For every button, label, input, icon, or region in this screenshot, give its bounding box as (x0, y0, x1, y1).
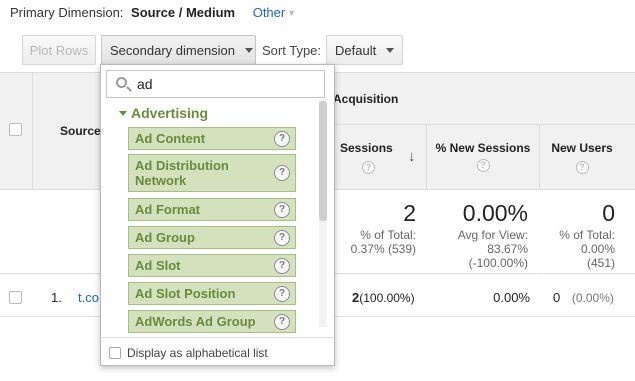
sort-type-value: Default (335, 42, 377, 58)
primary-dimension-current[interactable]: Source / Medium (131, 5, 235, 20)
sort-type-label: Sort Type: (262, 43, 322, 58)
option-ad-distribution-network[interactable]: Ad Distribution Network ? (128, 154, 296, 192)
header-divider (333, 124, 635, 125)
caption-line: (451) (586, 256, 615, 270)
caption-line: % of Total: (360, 228, 416, 242)
help-icon[interactable]: ? (362, 161, 375, 175)
chevron-down-icon (386, 47, 395, 53)
help-icon[interactable]: ? (476, 159, 490, 173)
new-sessions-column-header[interactable]: % New Sessions ? (434, 140, 532, 174)
caption-line: 83.67% (487, 242, 528, 256)
row-source-link[interactable]: t.co (78, 290, 99, 305)
help-icon[interactable]: ? (274, 130, 290, 147)
option-ad-content[interactable]: Ad Content ? (128, 127, 296, 150)
new-sessions-total: 0.00% (462, 200, 528, 226)
help-icon[interactable]: ? (274, 285, 290, 302)
dropdown-scrollbar-thumb[interactable] (319, 101, 327, 221)
caption-line: 0.37% (539) (350, 242, 416, 256)
row-new-sessions: 0.00% (493, 290, 530, 305)
row-index: 1. (51, 290, 62, 305)
new-sessions-header-label: % New Sessions (435, 141, 531, 155)
help-icon[interactable]: ? (274, 165, 290, 181)
help-icon[interactable]: ? (274, 257, 290, 274)
option-label: Ad Slot Position (135, 286, 236, 301)
dimension-search-box[interactable] (106, 70, 325, 98)
help-icon[interactable]: ? (575, 161, 589, 175)
option-label: Ad Format (135, 202, 200, 217)
row-new-users-percent: (0.00%) (571, 291, 614, 305)
group-advertising-toggle[interactable]: Advertising (119, 105, 208, 121)
sessions-column-header[interactable]: Sessions ? (340, 140, 410, 175)
option-ad-slot-position[interactable]: Ad Slot Position ? (128, 282, 296, 305)
select-all-checkbox[interactable] (9, 123, 22, 136)
new-sessions-total-caption: Avg for View: 83.67% (-100.00%) (430, 228, 528, 270)
caption-line: (-100.00%) (468, 256, 528, 270)
option-ad-group[interactable]: Ad Group ? (128, 226, 296, 249)
option-label: Ad Content (135, 131, 206, 146)
sort-descending-icon: ↓ (408, 148, 416, 165)
sessions-header-label: Sessions (340, 141, 393, 155)
chevron-down-icon (245, 47, 254, 53)
group-advertising-label: Advertising (131, 105, 209, 121)
sort-type-select[interactable]: Default (326, 35, 403, 65)
primary-dimension-other-link[interactable]: Other (253, 5, 286, 20)
row-new-users-value: 0 (553, 290, 561, 305)
secondary-dimension-dropdown: Advertising Ad Content ? Ad Distribution… (100, 64, 335, 366)
alphabetical-list-label[interactable]: Display as alphabetical list (127, 346, 268, 360)
search-icon (116, 77, 127, 88)
source-column-header[interactable]: Source (60, 123, 101, 140)
sessions-total-caption: % of Total: 0.37% (539) (334, 228, 416, 256)
option-adwords-ad-group[interactable]: AdWords Ad Group ? (128, 310, 296, 333)
primary-dimension-bar: Primary Dimension: Source / Medium Other… (10, 5, 296, 20)
secondary-dimension-button[interactable]: Secondary dimension (101, 35, 256, 65)
caption-line: 0.00% (580, 242, 615, 256)
row-new-users: 0 (0.00%) (553, 290, 614, 305)
row-checkbox[interactable] (9, 291, 22, 304)
dimension-search-input[interactable] (137, 76, 317, 92)
primary-dimension-label: Primary Dimension: (10, 5, 124, 20)
help-icon[interactable]: ? (274, 201, 290, 218)
row-sessions-percent: (100.00%) (359, 291, 415, 305)
expand-triangle-icon (119, 111, 127, 116)
secondary-dimension-label: Secondary dimension (110, 42, 236, 58)
caption-line: % of Total: (559, 228, 615, 242)
help-icon[interactable]: ? (274, 229, 290, 246)
new-users-total-caption: % of Total: 0.00% (451) (545, 228, 615, 270)
help-icon[interactable]: ? (274, 313, 290, 330)
option-ad-format[interactable]: Ad Format ? (128, 198, 296, 221)
option-label: Ad Group (135, 230, 195, 245)
option-label: Ad Slot (135, 258, 181, 273)
dropdown-footer: Display as alphabetical list (101, 337, 334, 365)
option-label: Ad Distribution Network (135, 158, 229, 188)
chevron-down-icon: ▼ (287, 8, 297, 18)
row-sessions: 2(100.00%) (352, 290, 415, 305)
caption-line: Avg for View: (457, 228, 528, 242)
acquisition-header: Acquisition (333, 92, 399, 106)
new-users-total: 0 (602, 200, 615, 226)
option-ad-slot[interactable]: Ad Slot ? (128, 254, 296, 277)
alphabetical-list-checkbox[interactable] (109, 347, 121, 359)
plot-rows-button[interactable]: Plot Rows (22, 35, 96, 65)
new-users-header-label: New Users (551, 141, 613, 155)
new-users-column-header[interactable]: New Users ? (543, 140, 621, 175)
sessions-total: 2 (403, 200, 416, 226)
option-label: AdWords Ad Group (135, 314, 256, 329)
